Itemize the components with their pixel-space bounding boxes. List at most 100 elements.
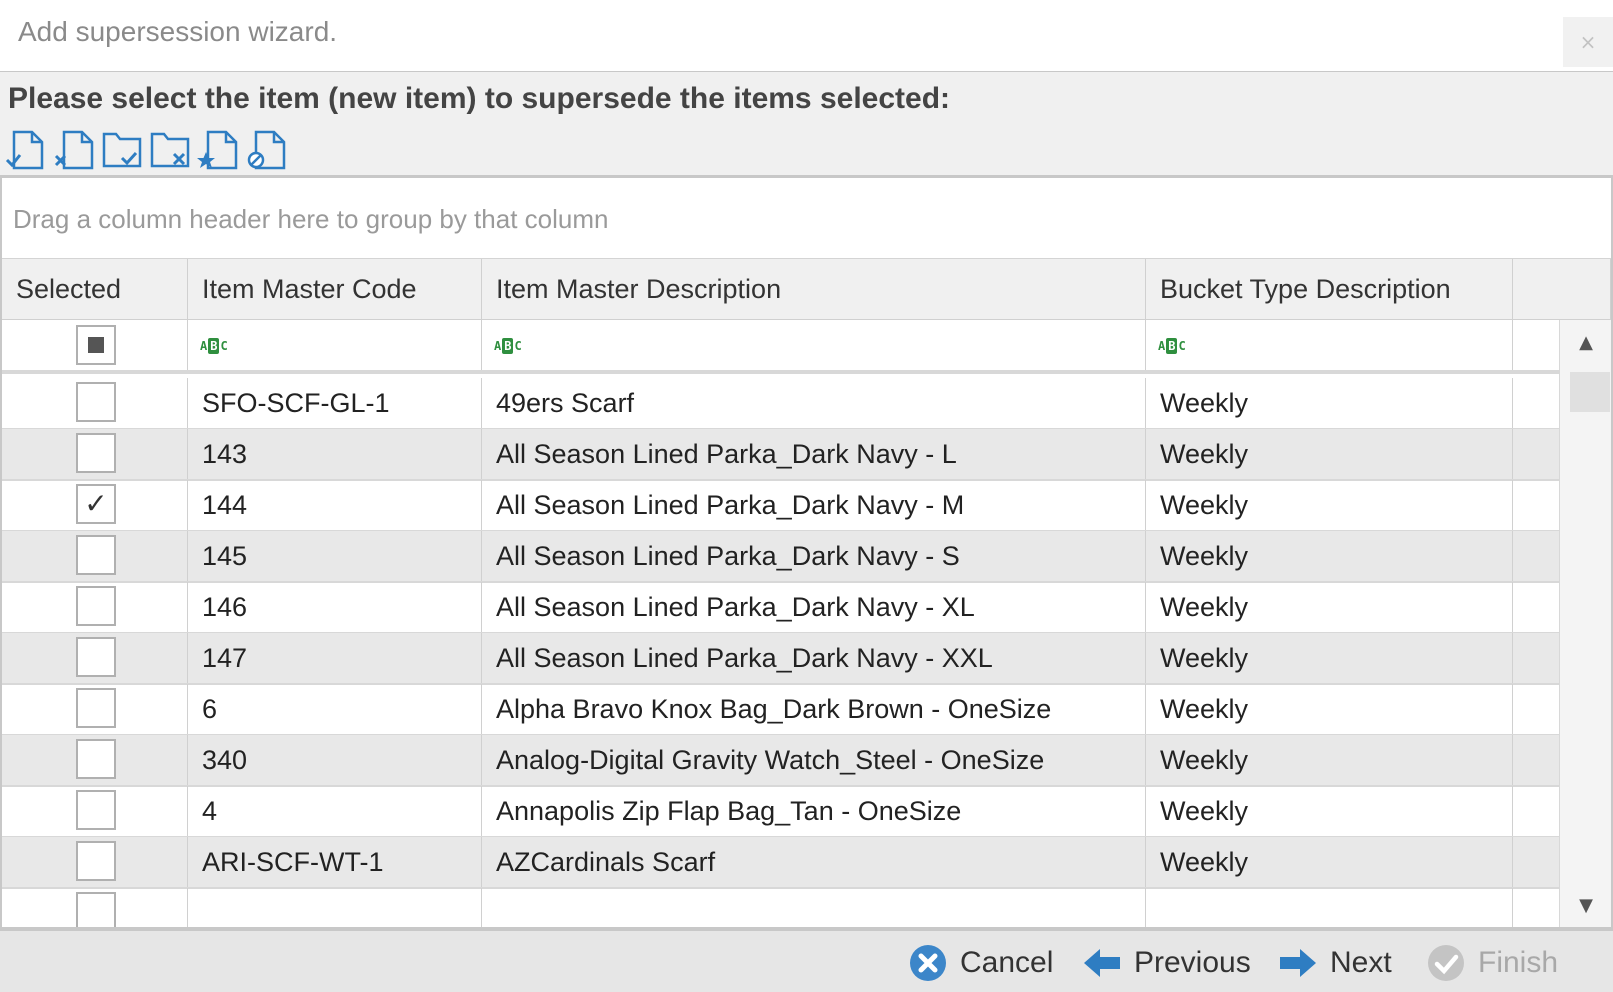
table-row[interactable]: 4 Annapolis Zip Flap Bag_Tan - OneSize W…	[2, 786, 1559, 838]
bucket-cell	[1146, 888, 1513, 927]
filter-cell-description[interactable]: ABC	[482, 320, 1146, 370]
selected-cell[interactable]	[2, 837, 188, 887]
table-row[interactable]: 146 All Season Lined Parka_Dark Navy - X…	[2, 582, 1559, 634]
code-cell: 144	[188, 480, 482, 530]
filter-row: ABC ABC ABC	[2, 320, 1559, 374]
selected-cell[interactable]	[2, 582, 188, 632]
selected-cell[interactable]	[2, 684, 188, 734]
table-row[interactable]: ARI-SCF-WT-1 AZCardinals Scarf Weekly	[2, 837, 1559, 889]
bucket-cell: Weekly	[1146, 633, 1513, 683]
table-row[interactable]: 145 All Season Lined Parka_Dark Navy - S…	[2, 531, 1559, 583]
next-button[interactable]: Next	[1278, 941, 1392, 985]
title-bar: Add supersession wizard. ×	[0, 0, 1613, 72]
text-filter-icon: ABC	[1158, 338, 1186, 354]
unselect-item-icon[interactable]	[52, 128, 100, 172]
description-cell	[482, 888, 1146, 927]
previous-button[interactable]: Previous	[1082, 941, 1251, 985]
cancel-icon	[910, 945, 946, 981]
arrow-left-icon	[1084, 949, 1120, 977]
code-cell: 146	[188, 582, 482, 632]
row-checkbox[interactable]	[76, 841, 116, 881]
code-cell: 340	[188, 735, 482, 785]
scroll-up-arrow-icon[interactable]: ▲	[1560, 320, 1611, 364]
close-button[interactable]: ×	[1563, 17, 1613, 67]
description-cell: All Season Lined Parka_Dark Navy - XXL	[482, 633, 1146, 683]
bucket-cell: Weekly	[1146, 837, 1513, 887]
window-title: Add supersession wizard.	[18, 16, 338, 47]
bucket-cell: Weekly	[1146, 378, 1513, 428]
description-cell: Alpha Bravo Knox Bag_Dark Brown - OneSiz…	[482, 684, 1146, 734]
bucket-cell: Weekly	[1146, 531, 1513, 581]
row-checkbox[interactable]	[76, 790, 116, 830]
cancel-button[interactable]: Cancel	[908, 941, 1053, 985]
row-checkbox[interactable]	[76, 688, 116, 728]
code-cell: 145	[188, 531, 482, 581]
table-row[interactable]: 147 All Season Lined Parka_Dark Navy - X…	[2, 633, 1559, 685]
filter-cell-bucket[interactable]: ABC	[1146, 320, 1513, 370]
code-cell	[188, 888, 482, 927]
bucket-cell: Weekly	[1146, 735, 1513, 785]
unselect-all-icon[interactable]	[148, 128, 196, 172]
items-grid: Drag a column header here to group by th…	[0, 176, 1613, 929]
table-row-partial[interactable]	[2, 888, 1559, 927]
filter-cell-code[interactable]: ABC	[188, 320, 482, 370]
select-all-icon[interactable]	[100, 128, 148, 172]
selected-cell[interactable]	[2, 888, 188, 927]
description-cell: Analog-Digital Gravity Watch_Steel - One…	[482, 735, 1146, 785]
column-header-bucket-type-description[interactable]: Bucket Type Description	[1146, 259, 1513, 320]
table-row[interactable]: 6 Alpha Bravo Knox Bag_Dark Brown - OneS…	[2, 684, 1559, 736]
row-checkbox[interactable]	[76, 382, 116, 422]
selected-cell[interactable]: ✓	[2, 480, 188, 530]
checkmark-circle-icon	[1428, 945, 1464, 981]
bucket-cell: Weekly	[1146, 582, 1513, 632]
text-filter-icon: ABC	[200, 338, 228, 354]
toolbar	[4, 128, 292, 172]
column-header-item-master-code[interactable]: Item Master Code	[188, 259, 482, 320]
select-all-checkbox[interactable]	[76, 325, 116, 365]
selected-cell[interactable]	[2, 531, 188, 581]
scroll-thumb[interactable]	[1570, 372, 1610, 412]
description-cell: 49ers Scarf	[482, 378, 1146, 428]
code-cell: SFO-SCF-GL-1	[188, 378, 482, 428]
row-checkbox[interactable]	[76, 637, 116, 677]
row-checkbox[interactable]: ✓	[76, 484, 116, 524]
add-favorite-item-icon[interactable]	[196, 128, 244, 172]
code-cell: 143	[188, 429, 482, 479]
row-checkbox[interactable]	[76, 586, 116, 626]
clear-selection-icon[interactable]	[244, 128, 292, 172]
row-checkbox[interactable]	[76, 433, 116, 473]
finish-button[interactable]: Finish	[1426, 941, 1558, 985]
selected-cell[interactable]	[2, 735, 188, 785]
column-header-selected[interactable]: Selected	[2, 259, 188, 320]
group-by-hint: Drag a column header here to group by th…	[13, 204, 609, 234]
selected-cell[interactable]	[2, 786, 188, 836]
bucket-cell: Weekly	[1146, 429, 1513, 479]
next-label: Next	[1330, 946, 1392, 979]
indeterminate-mark	[88, 337, 104, 353]
row-checkbox[interactable]	[76, 535, 116, 575]
vertical-scrollbar[interactable]: ▲ ▼	[1559, 320, 1611, 927]
text-filter-icon: ABC	[494, 338, 522, 354]
table-row[interactable]: 340 Analog-Digital Gravity Watch_Steel -…	[2, 735, 1559, 787]
code-cell: 6	[188, 684, 482, 734]
instruction-panel: Please select the item (new item) to sup…	[0, 72, 1613, 176]
row-checkbox[interactable]	[76, 739, 116, 779]
selected-cell[interactable]	[2, 429, 188, 479]
selected-cell[interactable]	[2, 633, 188, 683]
select-item-icon[interactable]	[4, 128, 52, 172]
table-row[interactable]: ✓ 144 All Season Lined Parka_Dark Navy -…	[2, 480, 1559, 532]
table-row[interactable]: SFO-SCF-GL-1 49ers Scarf Weekly	[2, 378, 1559, 430]
description-cell: Annapolis Zip Flap Bag_Tan - OneSize	[482, 786, 1146, 836]
column-header-item-master-description[interactable]: Item Master Description	[482, 259, 1146, 320]
scroll-down-arrow-icon[interactable]: ▼	[1560, 883, 1611, 927]
finish-label: Finish	[1478, 946, 1559, 979]
row-checkbox[interactable]	[76, 892, 116, 927]
description-cell: All Season Lined Parka_Dark Navy - L	[482, 429, 1146, 479]
group-by-panel[interactable]: Drag a column header here to group by th…	[2, 178, 1611, 259]
bucket-cell: Weekly	[1146, 480, 1513, 530]
code-cell: 147	[188, 633, 482, 683]
filter-cell-selected[interactable]	[2, 320, 188, 370]
selected-cell[interactable]	[2, 378, 188, 428]
table-row[interactable]: 143 All Season Lined Parka_Dark Navy - L…	[2, 429, 1559, 481]
code-cell: ARI-SCF-WT-1	[188, 837, 482, 887]
